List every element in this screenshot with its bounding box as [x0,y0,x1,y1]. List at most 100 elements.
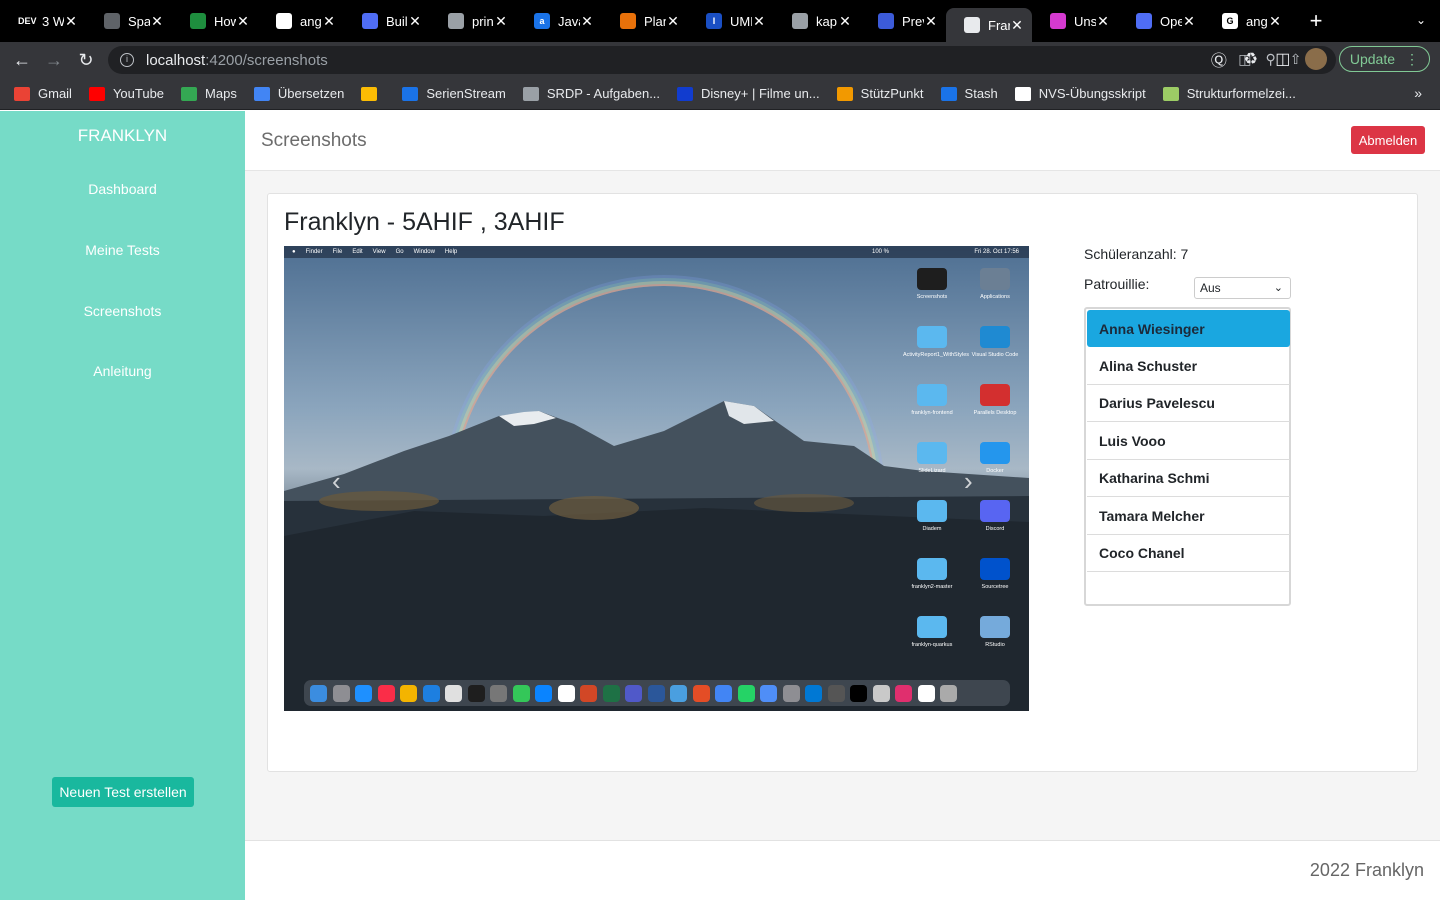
side-panel-icon[interactable]: ◫ [1273,49,1293,69]
page-title: Screenshots [261,130,367,151]
app-icon [1136,13,1152,29]
bookmark-item[interactable]: Disney+ | Filme un... [677,86,820,101]
student-list-item[interactable]: Katharina Schmi [1087,460,1290,497]
bookmark-item[interactable]: Gmail [14,86,72,101]
bookmark-label: Disney+ | Filme un... [701,86,820,101]
new-test-button[interactable]: Neuen Test erstellen [52,777,194,807]
extensions-puzzle-icon[interactable]: ♻ [1241,49,1261,69]
desktop-icon-label: Applications [980,294,1010,300]
close-tab-icon[interactable]: ✕ [494,13,508,30]
browser-tab[interactable]: Gang ✕ [1204,5,1290,37]
close-tab-icon[interactable]: ✕ [1182,13,1196,30]
browser-tab[interactable]: Spa ✕ [86,5,172,37]
site-info-icon[interactable]: i [120,53,134,67]
bookmark-item[interactable]: Stash [940,86,998,101]
new-tab-button[interactable]: + [1304,8,1328,34]
bookmark-icon [1014,86,1031,101]
bookmark-item[interactable]: YouTube [88,86,164,101]
update-button[interactable]: Update ⋮ [1338,46,1430,72]
close-tab-icon[interactable]: ✕ [150,13,164,30]
desktop-app-icon [917,500,947,522]
dev-icon: DEV [18,13,37,29]
browser-tab[interactable]: kap ✕ [774,5,860,37]
bookmark-item[interactable]: Maps [181,86,237,101]
close-tab-icon[interactable]: ✕ [64,13,78,30]
close-tab-icon[interactable]: ✕ [666,13,680,30]
student-list-item[interactable]: Tamara Melcher [1087,498,1290,535]
bookmark-item[interactable]: Strukturformelzei... [1162,86,1296,101]
bookmark-item[interactable]: SRDP - Aufgaben... [522,86,660,101]
browser-tab[interactable]: ang ✕ [258,5,344,37]
dock-app-icon [805,684,822,702]
browser-tab[interactable]: Buil ✕ [344,5,430,37]
desktop-app-icon [980,268,1010,290]
student-list-item[interactable]: Anna Wiesinger [1087,310,1290,347]
forward-icon[interactable]: → [38,50,70,71]
tab-search-icon[interactable]: ⌄ [1416,13,1426,27]
carousel-prev-icon[interactable]: ‹ [332,466,341,497]
dock-app-icon [535,684,552,702]
more-bookmarks-icon[interactable]: » [1414,85,1422,101]
browser-tab[interactable]: a Java✕ [516,5,602,37]
close-tab-icon[interactable]: ✕ [580,13,594,30]
franklyn-icon [964,17,980,33]
browser-tab[interactable]: Prev✕ [860,5,946,37]
student-count: Schüleranzahl: 7 [1084,246,1189,262]
close-tab-icon[interactable]: ✕ [924,13,938,30]
extension-c-icon[interactable]: Ⓠ [1209,47,1229,71]
mac-menu-item: Edit [352,249,363,255]
tab-title: ang [300,13,322,29]
profile-avatar[interactable] [1304,48,1327,70]
bookmark-item[interactable]: StützPunkt [836,86,924,101]
student-list-item[interactable]: Darius Pavelescu [1087,385,1290,422]
tab-title: ang [1246,13,1268,29]
browser-tab[interactable]: How ✕ [172,5,258,37]
student-list-item[interactable]: Luis Vooo [1087,423,1290,460]
logout-button[interactable]: Abmelden [1351,126,1425,154]
student-list-item[interactable]: Coco Chanel [1087,535,1290,572]
close-tab-icon[interactable]: ✕ [408,13,422,30]
bookmark-icon [940,86,957,101]
bookmark-item[interactable]: SerienStream [402,86,506,101]
nav-meine-tests[interactable]: Meine Tests [0,242,245,258]
close-tab-icon[interactable]: ✕ [838,13,852,30]
dock-app-icon [872,684,890,702]
browser-tab[interactable]: prin ✕ [430,5,516,37]
student-screenshot[interactable]: ● Finder File Edit View Go Window Help Fri 28. … [284,246,1029,711]
desktop-icon-label: Screenshots [916,294,948,300]
nav-anleitung[interactable]: Anleitung [0,363,245,379]
dock-app-icon [895,684,912,702]
nav-screenshots[interactable]: Screenshots [0,303,245,319]
bookmark-item[interactable]: Übersetzen [253,86,344,101]
dock-app-icon [625,684,642,702]
browser-tab[interactable]: Ope ✕ [1118,5,1204,37]
brand-logo[interactable]: FRANKLYN [0,126,245,146]
desktop-icon: franklyn-quarkus [903,616,961,648]
desktop-icon-label: franklyn2-master [911,584,953,590]
browser-tab[interactable]: I UML✕ [688,5,774,37]
dock-app-icon [400,684,417,702]
browser-tab[interactable]: Frar ✕ [946,8,1032,42]
student-list-item[interactable]: Alina Schuster [1087,348,1290,385]
nav-dashboard[interactable]: Dashboard [0,181,245,197]
address-bar[interactable]: i localhost:4200/screenshots ◫ ⚲ ⇧ ☆ [108,46,1336,74]
dock-app-icon [422,684,440,702]
browser-tab[interactable]: DEV 3 W ✕ [0,5,86,37]
back-icon[interactable]: ← [6,50,38,71]
close-tab-icon[interactable]: ✕ [752,13,766,30]
browser-tab[interactable]: Plan✕ [602,5,688,37]
close-tab-icon[interactable]: ✕ [236,13,250,30]
desktop-icon: Applications [966,268,1024,300]
patrol-select[interactable]: Aus ⌄ [1194,277,1291,299]
footer-text: 2022 Franklyn [1309,860,1424,880]
close-tab-icon[interactable]: ✕ [1010,17,1024,34]
close-tab-icon[interactable]: ✕ [1268,13,1282,30]
browser-tab[interactable]: Uns ✕ [1032,5,1118,37]
close-tab-icon[interactable]: ✕ [1096,13,1110,30]
bookmark-icon [522,86,539,101]
bookmark-item[interactable]: NVS-Übungsskript [1014,86,1146,101]
reload-icon[interactable]: ↻ [70,50,102,71]
close-tab-icon[interactable]: ✕ [322,13,336,30]
bookmark-item[interactable] [361,86,385,101]
desktop-app-icon [980,442,1010,464]
